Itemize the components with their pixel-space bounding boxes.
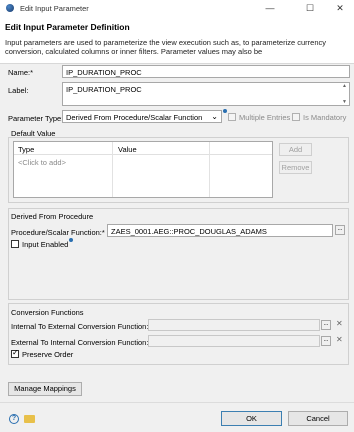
preserve-order-checkbox[interactable]	[11, 348, 19, 358]
default-value-table[interactable]: Type Value <Click to add>	[13, 141, 273, 198]
maximize-button[interactable]: ☐	[300, 2, 320, 14]
scroll-up-icon[interactable]: ▲	[342, 83, 347, 89]
add-button[interactable]: Add	[279, 143, 312, 156]
ext-to-int-clear-icon[interactable]: ✕	[336, 335, 343, 344]
int-to-ext-label: Internal To External Conversion Function…	[11, 322, 149, 331]
column-separator	[112, 142, 113, 197]
dialog-header: Edit Input Parameter Definition Input pa…	[0, 16, 354, 64]
table-header	[14, 142, 272, 155]
input-enabled-label: Input Enabled	[22, 240, 69, 249]
multiple-entries-checkbox[interactable]	[228, 113, 236, 121]
app-icon	[6, 4, 14, 12]
derived-section-title: Derived From Procedure	[11, 212, 94, 221]
remove-button[interactable]: Remove	[279, 161, 312, 174]
window-title: Edit Input Parameter	[20, 4, 89, 13]
procedure-input[interactable]: ZAES_0001.AEG::PROC_DOUGLAS_ADAMS	[107, 224, 333, 237]
window-titlebar: Edit Input Parameter — ☐ ✕	[0, 0, 354, 16]
is-mandatory-checkbox[interactable]	[292, 113, 300, 121]
column-header-type[interactable]: Type	[18, 145, 34, 154]
info-icon	[69, 238, 73, 242]
int-to-ext-clear-icon[interactable]: ✕	[336, 319, 343, 328]
minimize-button[interactable]: —	[260, 2, 280, 14]
ext-to-int-input[interactable]	[148, 335, 320, 347]
info-icon	[223, 109, 227, 113]
manage-mappings-button[interactable]: Manage Mappings	[8, 382, 82, 396]
label-textarea[interactable]: IP_DURATION_PROC ▲ ▼	[62, 82, 350, 106]
chevron-down-icon: ⌄	[211, 112, 218, 121]
procedure-label: Procedure/Scalar Function:*	[11, 228, 105, 237]
label-value: IP_DURATION_PROC	[66, 85, 142, 94]
param-type-value: Derived From Procedure/Scalar Function	[66, 113, 203, 122]
param-type-select[interactable]: Derived From Procedure/Scalar Function ⌄	[62, 110, 222, 123]
column-separator	[209, 142, 210, 197]
int-to-ext-input[interactable]	[148, 319, 320, 331]
is-mandatory-label: Is Mandatory	[303, 113, 347, 122]
multiple-entries-label: Multiple Entries	[239, 113, 291, 122]
name-input[interactable]: IP_DURATION_PROC	[62, 65, 350, 78]
input-enabled-checkbox[interactable]	[11, 240, 19, 248]
int-to-ext-browse-button[interactable]: ...	[321, 320, 331, 330]
ext-to-int-browse-button[interactable]: ...	[321, 336, 331, 346]
close-window-button[interactable]: ✕	[330, 2, 350, 14]
footer-divider	[0, 402, 354, 403]
dialog-title: Edit Input Parameter Definition	[5, 22, 130, 32]
dialog-description: Input parameters are used to parameteriz…	[5, 38, 326, 56]
help-icon[interactable]: ?	[9, 414, 19, 424]
ext-to-int-label: External To Internal Conversion Function…	[11, 338, 149, 347]
procedure-browse-button[interactable]: ...	[335, 225, 345, 235]
folder-icon[interactable]	[24, 415, 35, 423]
cancel-button[interactable]: Cancel	[288, 411, 348, 426]
param-type-label: Parameter Type:	[8, 114, 64, 123]
label-label: Label:	[8, 86, 29, 95]
column-header-value[interactable]: Value	[118, 145, 137, 154]
ok-button[interactable]: OK	[221, 411, 282, 426]
click-to-add-row[interactable]: <Click to add>	[18, 158, 66, 167]
derived-from-procedure-group	[8, 208, 349, 300]
conversion-section-title: Conversion Functions	[11, 308, 84, 317]
preserve-order-label: Preserve Order	[22, 350, 74, 359]
name-label: Name:*	[8, 68, 34, 77]
scroll-down-icon[interactable]: ▼	[342, 99, 347, 105]
